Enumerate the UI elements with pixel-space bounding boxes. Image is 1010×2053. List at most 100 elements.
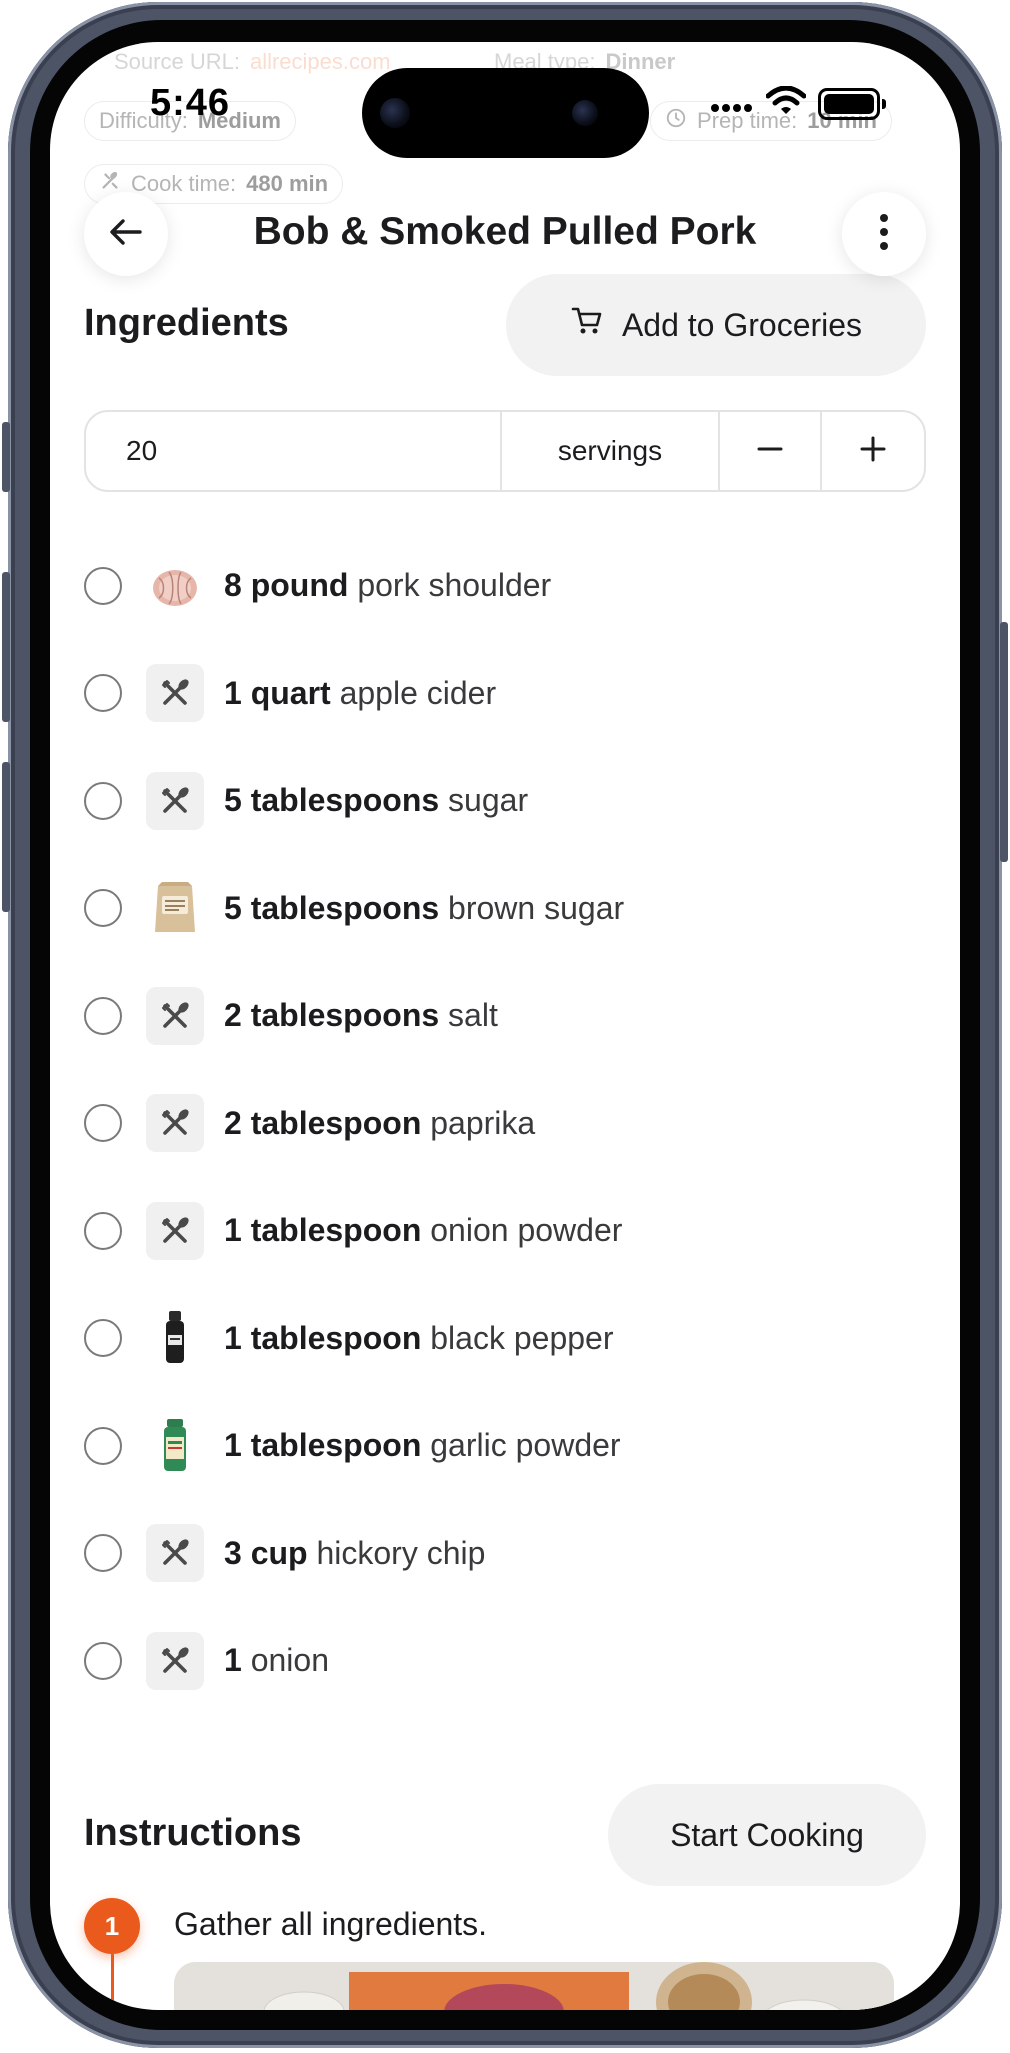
instructions-heading: Instructions (84, 1812, 302, 1854)
ingredient-image (146, 879, 204, 937)
ingredient-amount: 3 cup (224, 1534, 308, 1571)
ingredient-image (146, 1309, 204, 1367)
utensils-icon (146, 771, 204, 830)
app-screen: Source URL: allrecipes.com Meal type: Di… (50, 42, 960, 2010)
ingredient-amount: 1 tablespoon (224, 1427, 422, 1464)
minus-icon (756, 435, 784, 468)
ingredient-text: 1 onion (224, 1642, 329, 1679)
ingredient-amount: 2 tablespoons (224, 997, 440, 1034)
add-to-groceries-label: Add to Groceries (621, 306, 863, 343)
recipe-title: Bob & Smoked Pulled Pork (253, 210, 757, 253)
start-cooking-button[interactable]: Start Cooking (608, 1784, 926, 1886)
ingredient-name: sugar (448, 782, 529, 819)
battery-icon (818, 87, 886, 120)
ingredient-name: salt (448, 997, 498, 1034)
ingredient-text: 1 quart apple cider (224, 675, 496, 712)
utensils-icon (146, 1524, 204, 1583)
ingredient-row[interactable]: 2 tablespoon paprika (50, 1070, 960, 1178)
volume-down-button (2, 762, 10, 912)
step-photo (174, 1962, 894, 2010)
ingredient-row[interactable]: 1 onion (50, 1607, 960, 1715)
ingredient-text: 1 tablespoon black pepper (224, 1320, 613, 1357)
step-number-badge: 1 (84, 1898, 140, 1954)
ingredient-text: 8 pound pork shoulder (224, 567, 551, 604)
utensils-icon (146, 664, 204, 723)
status-icons (710, 85, 886, 121)
utensils-icon (146, 1201, 204, 1260)
servings-unit: servings (502, 412, 720, 490)
sensor-lens (572, 100, 598, 126)
ingredient-row[interactable]: 1 tablespoon black pepper (50, 1285, 960, 1393)
ingredient-list: 8 pound pork shoulder 1 quart apple cider… (50, 532, 960, 1715)
ingredient-checkbox[interactable] (84, 781, 122, 820)
ingredient-name: black pepper (430, 1319, 614, 1356)
ingredient-amount: 1 tablespoon (224, 1319, 422, 1356)
decrease-servings-button[interactable] (720, 412, 822, 490)
ingredient-row[interactable]: 3 cup hickory chip (50, 1500, 960, 1608)
ingredient-image (146, 557, 204, 615)
ingredient-row[interactable]: 1 tablespoon onion powder (50, 1177, 960, 1285)
ingredient-row[interactable]: 5 tablespoons brown sugar (50, 855, 960, 963)
ingredient-name: brown sugar (448, 889, 625, 926)
add-to-groceries-button[interactable]: Add to Groceries (506, 274, 926, 376)
ingredient-amount: 5 tablespoons (224, 889, 440, 926)
status-time: 5:46 (150, 82, 231, 124)
ingredient-text: 5 tablespoons brown sugar (224, 890, 624, 927)
ingredient-text: 2 tablespoons salt (224, 997, 498, 1034)
plus-icon (859, 435, 887, 468)
step-text: Gather all ingredients. (174, 1906, 488, 1942)
ingredient-name: paprika (430, 1104, 536, 1141)
ingredient-text: 5 tablespoons sugar (224, 782, 528, 819)
ingredient-row[interactable]: 1 tablespoon garlic powder (50, 1392, 960, 1500)
ingredient-checkbox[interactable] (84, 1641, 122, 1680)
ingredient-checkbox[interactable] (84, 1104, 122, 1143)
ingredient-text: 2 tablespoon paprika (224, 1105, 535, 1142)
ingredient-amount: 1 (224, 1642, 242, 1679)
ingredient-amount: 5 tablespoons (224, 782, 440, 819)
ingredient-checkbox[interactable] (84, 1426, 122, 1465)
ingredient-amount: 1 tablespoon (224, 1212, 422, 1249)
ingredient-row[interactable]: 2 tablespoons salt (50, 962, 960, 1070)
ingredient-row[interactable]: 8 pound pork shoulder (50, 532, 960, 640)
clock-icon (665, 107, 687, 135)
servings-input[interactable]: 20 (86, 412, 502, 490)
camera-lens (380, 98, 410, 128)
ingredient-row[interactable]: 5 tablespoons sugar (50, 747, 960, 855)
ingredient-checkbox[interactable] (84, 566, 122, 605)
ingredient-name: garlic powder (430, 1427, 621, 1464)
utensils-icon (146, 1094, 204, 1153)
arrow-left-icon (106, 212, 146, 257)
start-cooking-label: Start Cooking (670, 1816, 864, 1853)
ingredient-text: 1 tablespoon onion powder (224, 1212, 622, 1249)
ingredient-name: apple cider (339, 674, 497, 711)
ingredient-amount: 1 quart (224, 674, 331, 711)
ingredient-text: 1 tablespoon garlic powder (224, 1427, 621, 1464)
more-options-button[interactable] (842, 192, 926, 276)
ingredient-checkbox[interactable] (84, 996, 122, 1035)
volume-up-button (2, 572, 10, 722)
ingredient-name: onion (250, 1642, 329, 1679)
increase-servings-button[interactable] (822, 412, 924, 490)
source-url-chip[interactable]: Source URL: allrecipes.com (100, 42, 405, 82)
ingredient-checkbox[interactable] (84, 1319, 122, 1358)
more-vertical-icon (878, 212, 890, 257)
ingredient-checkbox[interactable] (84, 1211, 122, 1250)
ingredient-image (146, 1417, 204, 1475)
step-connector (111, 1954, 114, 2010)
back-button[interactable] (84, 192, 168, 276)
ingredients-photo (174, 1962, 894, 2010)
wifi-icon (765, 85, 807, 121)
ingredients-heading: Ingredients (84, 302, 289, 344)
utensils-icon (146, 986, 204, 1045)
ingredient-name: pork shoulder (357, 567, 552, 604)
ingredient-text: 3 cup hickory chip (224, 1535, 485, 1572)
utensils-icon (146, 1631, 204, 1690)
ingredient-amount: 2 tablespoon (224, 1104, 422, 1141)
ingredient-checkbox[interactable] (84, 674, 122, 713)
action-button (2, 422, 10, 492)
top-bar: Bob & Smoked Pulled Pork (50, 192, 960, 282)
signal-icon (710, 88, 754, 119)
ingredient-checkbox[interactable] (84, 889, 122, 928)
ingredient-checkbox[interactable] (84, 1534, 122, 1573)
ingredient-row[interactable]: 1 quart apple cider (50, 640, 960, 748)
